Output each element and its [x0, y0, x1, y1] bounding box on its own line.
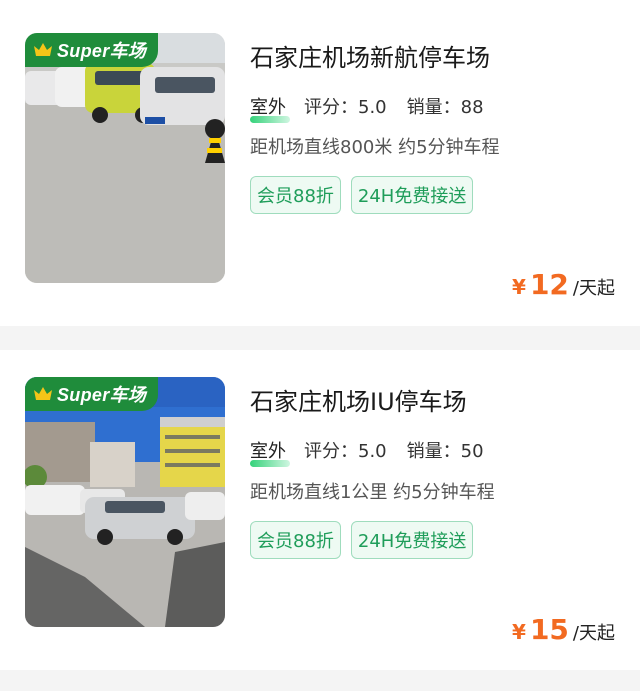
parking-lot-card[interactable]: Super车场 石家庄机场新航停车场 室外 评分：5.0 销量：88 距机场直线…: [0, 0, 640, 326]
member-discount-tag: 会员88折: [250, 176, 341, 214]
parking-lot-title[interactable]: 石家庄机场IU停车场: [250, 382, 467, 417]
distance-text: 距机场直线1公里 约5分钟车程: [250, 482, 495, 503]
rating-text: 评分：5.0: [304, 97, 387, 118]
currency-symbol: ¥: [512, 275, 526, 299]
crown-icon: [34, 43, 52, 56]
parking-lot-card[interactable]: Super车场 石家庄机场IU停车场 室外 评分：5.0 销量：50 距机场直线…: [0, 350, 640, 670]
free-shuttle-tag: 24H免费接送: [350, 521, 474, 559]
benefit-tags: 会员88折 24H免费接送: [250, 176, 474, 214]
outdoor-tag: 室外: [250, 93, 290, 123]
free-shuttle-tag: 24H免费接送: [350, 176, 474, 214]
distance-text: 距机场直线800米 约5分钟车程: [250, 137, 500, 158]
rating-text: 评分：5.0: [304, 441, 387, 462]
super-lot-badge: Super车场: [25, 33, 159, 67]
benefit-tags: 会员88折 24H免费接送: [250, 521, 474, 559]
super-lot-badge: Super车场: [25, 377, 159, 411]
currency-symbol: ¥: [512, 620, 526, 644]
parking-lot-image: [25, 33, 225, 283]
badge-label: Super车场: [57, 385, 147, 405]
price: ¥ 15 /天起: [512, 613, 615, 646]
price-unit: /天起: [572, 623, 615, 644]
parking-lot-photo[interactable]: Super车场: [25, 377, 225, 627]
price: ¥ 12 /天起: [512, 268, 615, 301]
outdoor-tag: 室外: [250, 437, 290, 467]
price-amount: 12: [529, 268, 569, 301]
parking-lot-meta: 室外 评分：5.0 销量：88: [250, 93, 484, 123]
member-discount-tag: 会员88折: [250, 521, 341, 559]
sales-text: 销量：50: [406, 441, 484, 462]
parking-lot-photo[interactable]: Super车场: [25, 33, 225, 283]
parking-lot-title[interactable]: 石家庄机场新航停车场: [250, 38, 490, 73]
parking-lot-meta: 室外 评分：5.0 销量：50: [250, 437, 484, 467]
badge-label: Super车场: [57, 41, 147, 61]
parking-lot-list: Super车场 石家庄机场新航停车场 室外 评分：5.0 销量：88 距机场直线…: [0, 0, 640, 691]
parking-lot-image: [25, 377, 225, 627]
crown-icon: [34, 387, 52, 400]
price-amount: 15: [529, 613, 569, 646]
price-unit: /天起: [572, 278, 615, 299]
sales-text: 销量：88: [406, 97, 484, 118]
